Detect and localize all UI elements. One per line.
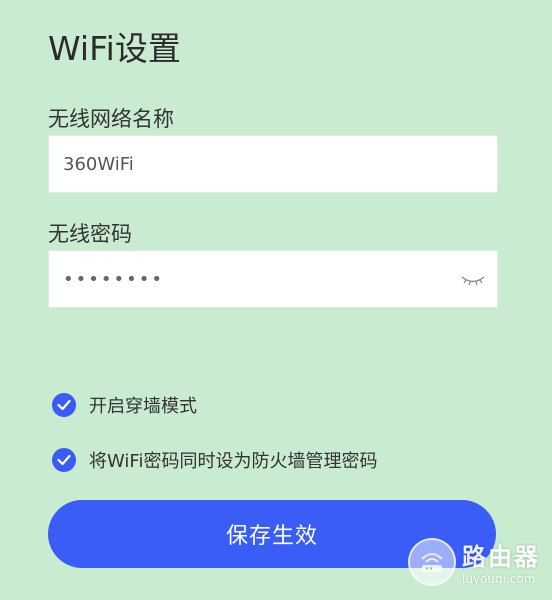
watermark-logo: 路由器 luyouqi.com	[408, 537, 540, 586]
ssid-input[interactable]	[49, 135, 445, 193]
ssid-field-container	[48, 135, 498, 193]
wall-mode-label: 开启穿墙模式	[89, 396, 197, 417]
ssid-label: 无线网络名称	[48, 107, 174, 131]
wifi-settings-page: WiFi设置 无线网络名称 无线密码 开启穿墙模式	[0, 0, 552, 600]
eye-closed-icon[interactable]	[459, 269, 487, 289]
router-logo-icon	[408, 537, 456, 586]
password-field-container	[48, 250, 498, 308]
check-icon	[57, 399, 71, 411]
firewall-password-label: 将WiFi密码同时设为防火墙管理密码	[89, 451, 378, 472]
watermark-url: luyouqi.com	[462, 572, 536, 586]
option-firewall-password: 将WiFi密码同时设为防火墙管理密码	[52, 447, 377, 473]
check-icon	[57, 454, 71, 466]
wall-mode-checkbox[interactable]	[52, 393, 76, 417]
password-input[interactable]	[49, 250, 445, 308]
option-wall-penetration: 开启穿墙模式	[52, 392, 197, 418]
firewall-password-checkbox[interactable]	[52, 448, 76, 472]
password-label: 无线密码	[48, 222, 132, 246]
watermark-title: 路由器	[462, 543, 540, 571]
page-title: WiFi设置	[48, 29, 181, 68]
